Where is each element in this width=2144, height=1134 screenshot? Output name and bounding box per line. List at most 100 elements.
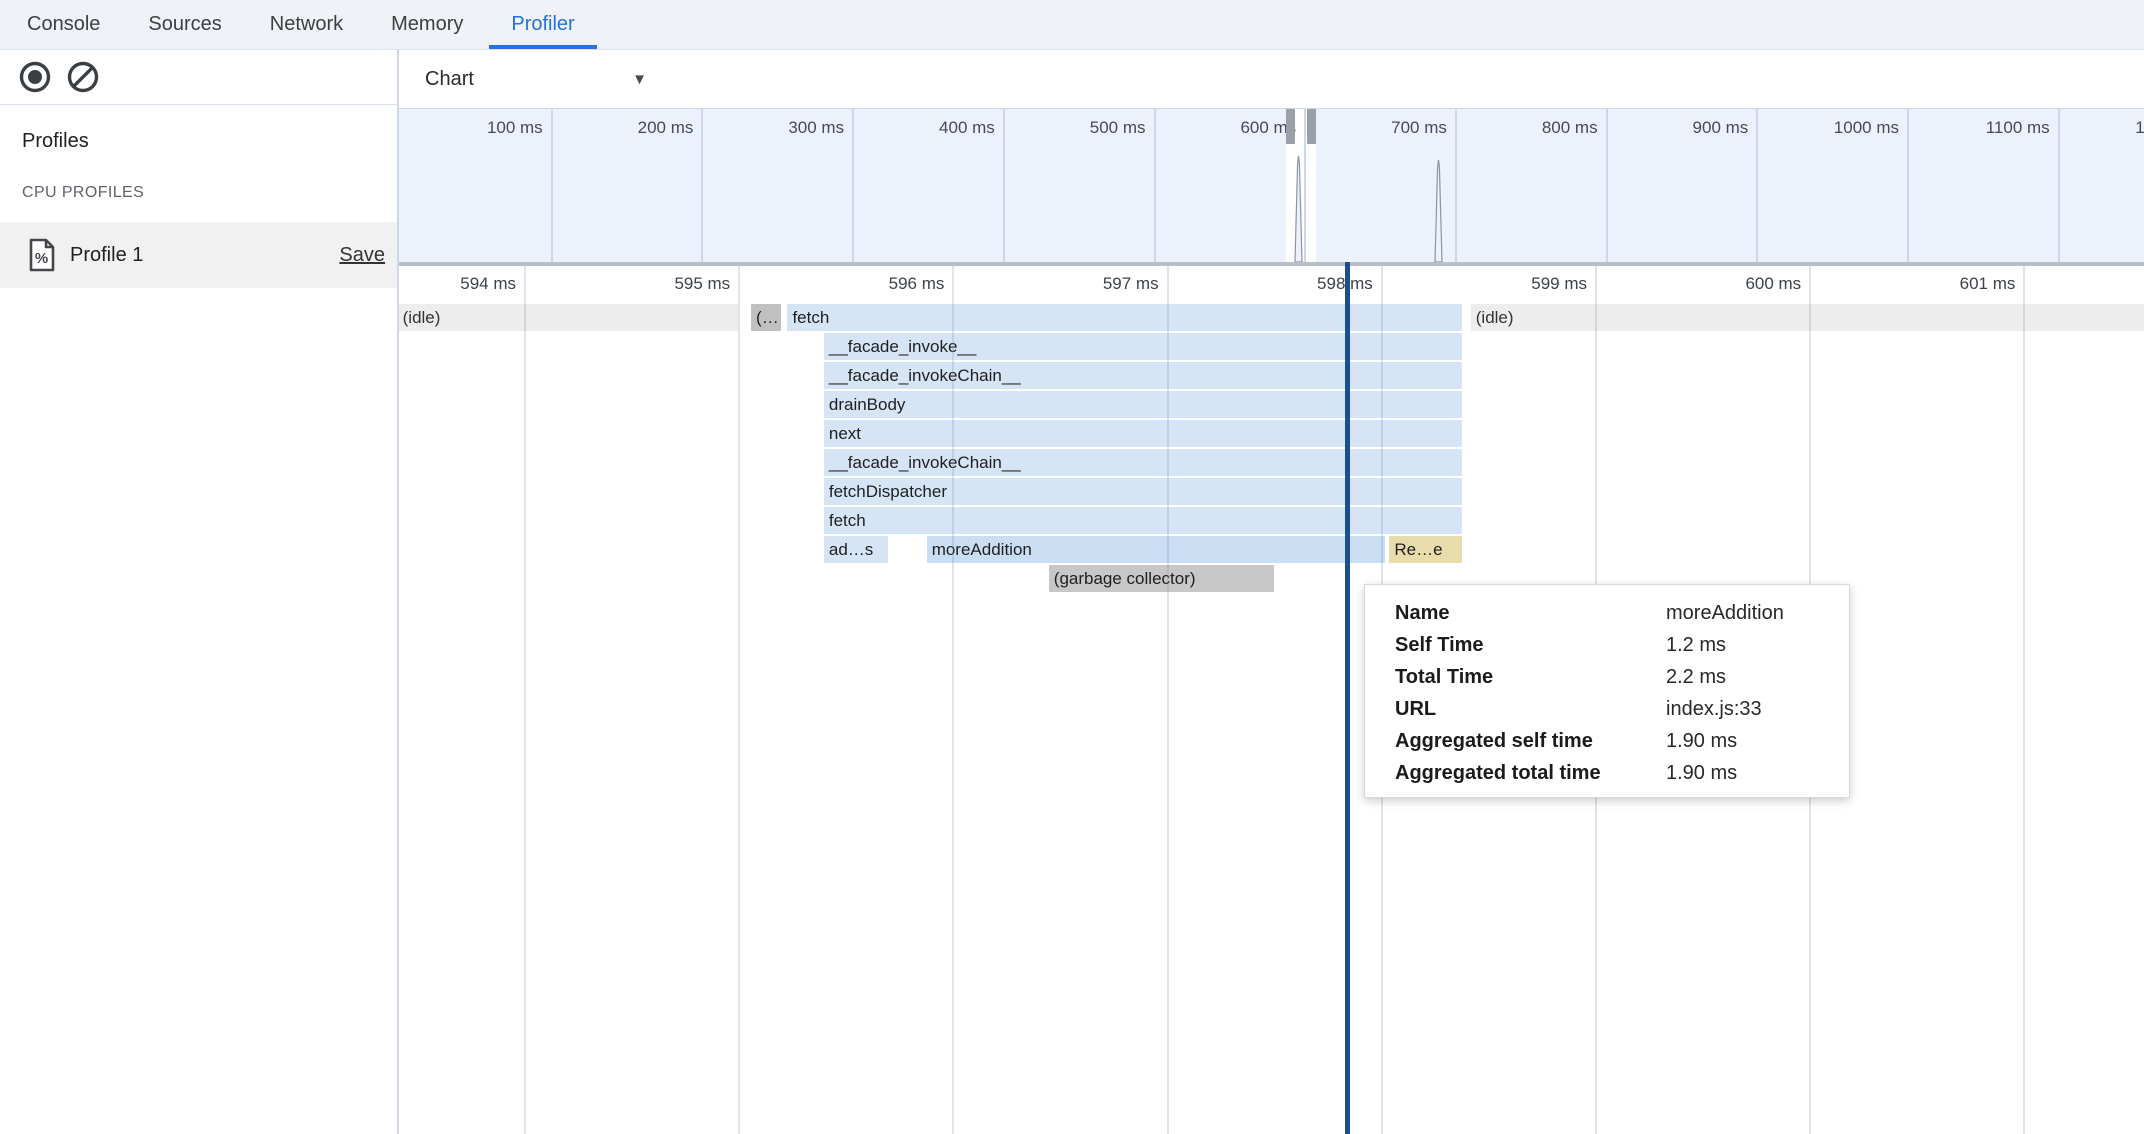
tab-network[interactable]: Network (270, 0, 343, 49)
detail-tick-label: 596 ms (834, 274, 944, 294)
overview-left-handle[interactable] (1286, 109, 1295, 144)
tab-memory[interactable]: Memory (391, 0, 463, 49)
overview-right-handle[interactable] (1307, 109, 1316, 144)
flame-bar[interactable]: fetchDispatcher (824, 478, 1462, 505)
record-profile-button[interactable] (17, 59, 53, 95)
detail-tick-label: 594 ms (406, 274, 516, 294)
flame-bar[interactable]: drainBody (824, 391, 1462, 418)
overview-tick-label: 1200 ms (2090, 118, 2144, 138)
clear-profiles-button[interactable] (65, 59, 101, 95)
profiler-toolbar (0, 50, 397, 105)
overview-tick-label: 700 ms (1337, 118, 1447, 138)
flame-row: fetchDispatcher (399, 478, 2144, 505)
detail-tick-label: 598 ms (1263, 274, 1373, 294)
profiles-heading: Profiles (22, 130, 89, 153)
overview-tick-label: 1000 ms (1789, 118, 1899, 138)
flame-bar[interactable]: next (824, 420, 1462, 447)
sidebar-item-profile-1[interactable]: % Profile 1 Save (0, 222, 397, 288)
tooltip-row: NamemoreAddition (1395, 597, 1849, 629)
flame-bar[interactable]: (… (751, 304, 781, 331)
tab-profiler[interactable]: Profiler (511, 0, 574, 49)
clear-icon (66, 60, 100, 94)
flame-bar[interactable]: __facade_invokeChain__ (824, 362, 1462, 389)
profile-name: Profile 1 (70, 244, 339, 267)
overview-gridline (1907, 109, 1909, 262)
cpu-activity-spike (1434, 160, 1443, 262)
flame-bar[interactable]: (garbage collector) (1049, 565, 1274, 592)
overview-tick-label: 1100 ms (1940, 118, 2050, 138)
overview-gridline (1154, 109, 1156, 262)
flame-bar[interactable]: fetch (824, 507, 1462, 534)
overview-tick-label: 800 ms (1488, 118, 1598, 138)
flame-row: ad…s moreAdditionRe…e (399, 536, 2144, 563)
tab-sources[interactable]: Sources (148, 0, 221, 49)
tooltip-row: Aggregated total time1.90 ms (1395, 757, 1849, 789)
detail-tick-label: 599 ms (1477, 274, 1587, 294)
overview-tick-label: 200 ms (583, 118, 693, 138)
cpu-profiles-section-label: CPU PROFILES (22, 184, 144, 202)
timeline-overview[interactable]: 100 ms 200 ms 300 ms 400 ms 500 ms 600 ms 700 … (399, 108, 2144, 262)
tooltip-value: 1.90 ms (1666, 757, 1737, 789)
flame-bar[interactable]: (idle) (1471, 304, 2144, 331)
overview-gridline (551, 109, 553, 262)
record-icon (18, 60, 52, 94)
flame-bar[interactable]: __facade_invoke__ (824, 333, 1462, 360)
flame-row: (idle) (…fetch (idle) (399, 304, 2144, 331)
tooltip-row: Aggregated self time1.90 ms (1395, 725, 1849, 757)
overview-gridline (1606, 109, 1608, 262)
overview-gridline (1455, 109, 1457, 262)
profiles-sidebar: Profiles CPU PROFILES % Profile 1 Save (0, 50, 397, 1134)
overview-tick-label: 300 ms (734, 118, 844, 138)
tooltip-row: URLindex.js:33 (1395, 693, 1849, 725)
frame-info-tooltip: NamemoreAdditionSelf Time1.2 msTotal Tim… (1364, 584, 1850, 798)
detail-tick-label: 601 ms (1905, 274, 2015, 294)
tab-console[interactable]: Console (27, 0, 100, 49)
flame-row: fetch (399, 507, 2144, 534)
flame-chart[interactable]: 594 ms 595 ms 596 ms 597 ms 598 ms 599 ms 600 … (399, 266, 2144, 1134)
overview-tick-label: 600 ms (1186, 118, 1296, 138)
tooltip-label: Aggregated self time (1395, 725, 1666, 757)
detail-tick-label: 595 ms (620, 274, 730, 294)
tooltip-value: 1.2 ms (1666, 629, 1726, 661)
tooltip-label: Aggregated total time (1395, 757, 1666, 789)
chevron-down-icon: ▼ (632, 71, 647, 88)
flame-row: __facade_invokeChain__ (399, 449, 2144, 476)
overview-tick-label: 900 ms (1638, 118, 1748, 138)
overview-tick-label: 500 ms (1036, 118, 1146, 138)
flame-row: drainBody (399, 391, 2144, 418)
overview-tick-label: 400 ms (885, 118, 995, 138)
flame-bar[interactable]: ad…s (824, 536, 888, 563)
tooltip-value: moreAddition (1666, 597, 1784, 629)
tooltip-value: 2.2 ms (1666, 661, 1726, 693)
flame-row: (garbage collector) (399, 565, 2144, 592)
save-profile-link[interactable]: Save (339, 244, 385, 267)
flame-bar[interactable]: (idle) (399, 304, 738, 331)
devtools-tab-bar: Console Sources Network Memory Profiler (0, 0, 2144, 50)
tooltip-value: index.js:33 (1666, 693, 1762, 725)
flame-row: __facade_invokeChain__ (399, 362, 2144, 389)
view-mode-value: Chart (425, 68, 474, 91)
overview-tick-label: 100 ms (433, 118, 543, 138)
flame-bar[interactable]: moreAddition (927, 536, 1385, 563)
detail-tick-label: 597 ms (1049, 274, 1159, 294)
profile-document-icon: % (28, 238, 56, 272)
tooltip-value: 1.90 ms (1666, 725, 1737, 757)
overview-gridline (2058, 109, 2060, 262)
flame-bar[interactable]: fetch (787, 304, 1462, 331)
view-mode-dropdown[interactable]: Chart ▼ (413, 61, 655, 97)
tooltip-label: Name (1395, 597, 1666, 629)
overview-gridline (1003, 109, 1005, 262)
detail-tick-label: 600 ms (1691, 274, 1801, 294)
overview-gridline (701, 109, 703, 262)
view-selector-row: Chart ▼ (399, 50, 2144, 108)
tooltip-row: Self Time1.2 ms (1395, 629, 1849, 661)
playhead-line[interactable] (1345, 262, 1350, 1134)
overview-gridline (852, 109, 854, 262)
flame-bar[interactable]: __facade_invokeChain__ (824, 449, 1462, 476)
svg-text:%: % (35, 250, 48, 267)
flame-bar[interactable]: Re…e (1389, 536, 1462, 563)
flame-row: __facade_invoke__ (399, 333, 2144, 360)
flame-row: next (399, 420, 2144, 447)
tooltip-label: URL (1395, 693, 1666, 725)
tooltip-row: Total Time2.2 ms (1395, 661, 1849, 693)
